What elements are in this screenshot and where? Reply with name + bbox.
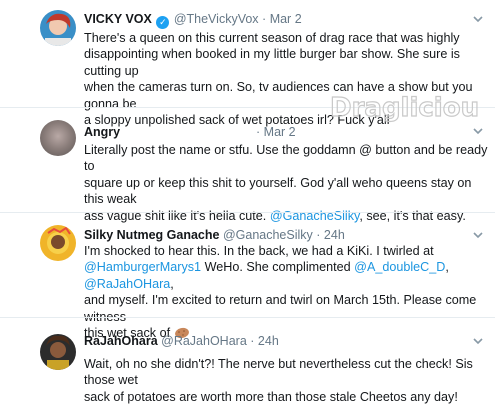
avatar[interactable] [40,10,76,46]
tweet-meta: · Mar 2 [256,125,296,139]
tweet-rajahohara[interactable]: RaJahOhara @RaJahOHara · 24h Wait, oh no… [0,318,495,420]
tweet-text-line: Literally post the name or stfu. Use the… [84,143,488,174]
tweet-angry[interactable]: Angry · Mar 2 Literally post the name or… [0,108,495,223]
tweet-text-line: disappointing when booked in my little b… [84,47,460,78]
chevron-down-icon[interactable] [471,334,485,348]
user-handle[interactable]: @TheVickyVox [174,12,259,26]
avatar[interactable] [40,334,76,370]
mention-link[interactable]: @RaJahOHara [84,277,170,291]
text-segment: , [170,276,174,291]
display-name[interactable]: RaJahOhara [84,334,158,348]
avatar-silky-image [40,225,76,261]
avatar[interactable] [40,225,76,261]
tweet-timestamp[interactable]: 24h [324,228,345,242]
mention-link[interactable]: @A_doubleC_D [354,260,445,274]
tweet-timestamp[interactable]: Mar 2 [270,12,302,26]
avatar-vicky-vox-image [40,10,76,46]
separator-dot: · [256,125,261,139]
tweet-text-line: @HamburgerMarys1 WeHo. She complimented … [84,259,489,292]
separator-dot: · [250,334,255,348]
tweet-header: VICKY VOX ✓ @TheVickyVox · Mar 2 [84,12,302,29]
separator-dot: · [316,228,321,242]
mention-link[interactable]: @HamburgerMarys1 [84,260,201,274]
tweet-header: Silky Nutmeg Ganache @GanacheSilky · 24h [84,228,345,242]
tweet-timestamp[interactable]: 24h [258,334,279,348]
tweet-text-line: sack of potatoes are worth more than tho… [84,389,458,404]
avatar[interactable] [40,120,76,156]
tweet-timestamp[interactable]: Mar 2 [264,125,296,139]
avatar-blurred-image [40,120,76,156]
chevron-down-icon[interactable] [471,228,485,242]
text-segment: , [445,260,449,275]
chevron-down-icon[interactable] [471,124,485,138]
display-name[interactable]: Silky Nutmeg Ganache [84,228,219,242]
tweet-text-line: I'm shocked to hear this. In the back, w… [84,244,434,258]
tweet-silky-nutmeg-ganache[interactable]: Silky Nutmeg Ganache @GanacheSilky · 24h… [0,213,495,340]
tweet-text-line: Wait, oh no she didn't?! The nerve but n… [84,357,473,388]
verified-badge-icon: ✓ [156,16,170,29]
separator-dot: · [262,12,267,26]
chevron-down-icon[interactable] [471,12,485,26]
display-name[interactable]: VICKY VOX [84,12,152,26]
tweet-text-line: square up or keep this shit to yourself.… [84,175,472,207]
avatar-rajahohara-image [40,334,76,370]
user-handle[interactable]: @RaJahOHara [161,334,247,348]
tweet-header: Angry [84,125,120,139]
user-handle[interactable]: @GanacheSilky [223,228,313,242]
tweet-header: RaJahOhara @RaJahOHara · 24h [84,334,279,348]
text-segment: WeHo. She complimented [204,260,351,275]
tweet-text: Wait, oh no she didn't?! The nerve but n… [84,356,489,405]
display-name[interactable]: Angry [84,125,120,139]
tweet-text-line: There's a queen on this current season o… [84,31,460,45]
